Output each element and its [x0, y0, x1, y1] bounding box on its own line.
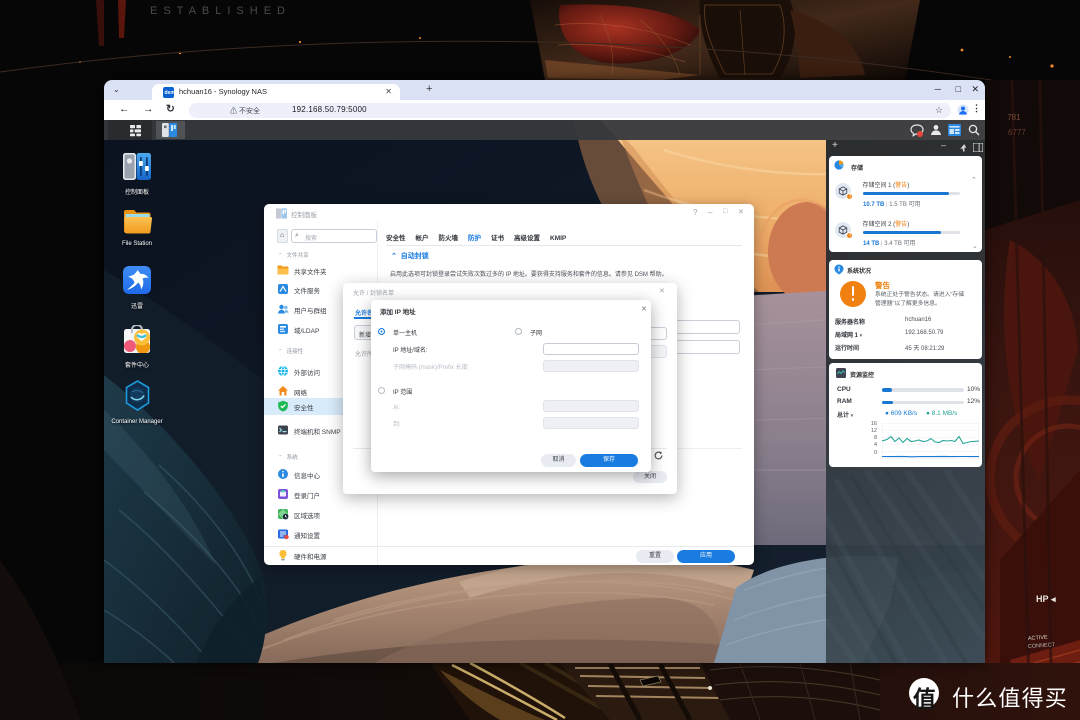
svg-text:781: 781 — [1005, 113, 1021, 122]
svg-text:6777: 6777 — [1008, 128, 1026, 137]
svg-text:HP ◂: HP ◂ — [1036, 594, 1056, 604]
svg-text:ESTABLISHED: ESTABLISHED — [150, 5, 291, 17]
